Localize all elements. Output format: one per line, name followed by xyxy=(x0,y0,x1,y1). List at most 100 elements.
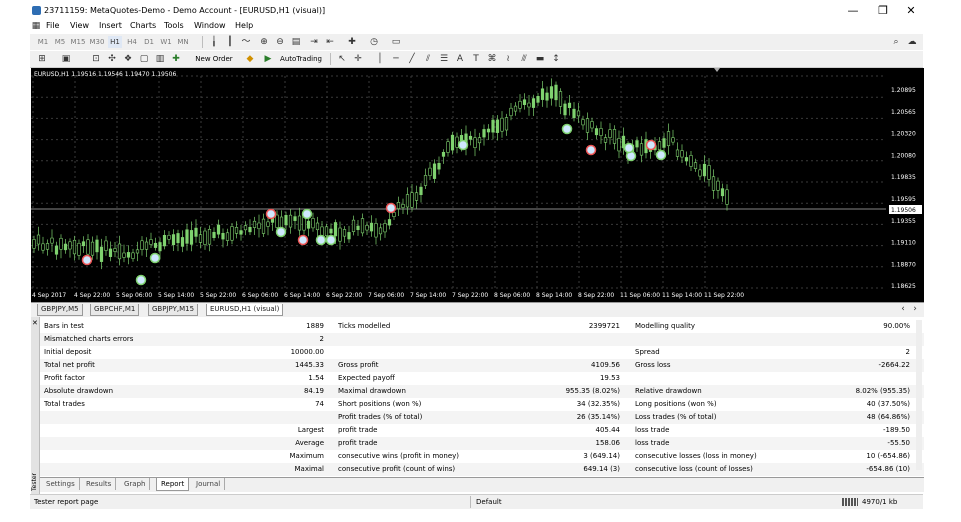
meta-editor-icon[interactable]: ◆ xyxy=(244,53,256,65)
periods-clock-icon[interactable]: ◷ xyxy=(368,36,380,48)
candle-body xyxy=(657,141,662,150)
horizontal-line-icon[interactable]: ─ xyxy=(390,53,402,65)
scroll-right-icon[interactable]: › xyxy=(909,303,921,315)
menu-window[interactable]: Window xyxy=(194,21,226,30)
price-chart[interactable]: 1.20895 1.20565 1.20320 1.20080 1.19835 1.195… xyxy=(31,68,924,302)
candlestick-icon[interactable]: ┃ xyxy=(224,36,236,48)
menu-insert[interactable]: Insert xyxy=(99,21,122,30)
minimize-button[interactable]: — xyxy=(842,4,864,18)
line-chart-icon[interactable]: 〜 xyxy=(240,36,252,48)
arrows-icon[interactable]: ↕ xyxy=(550,53,562,65)
candle-body xyxy=(608,129,612,138)
status-divider xyxy=(470,496,471,508)
data-window-icon[interactable]: ❖ xyxy=(122,53,134,65)
gann-icon[interactable]: ⌘ xyxy=(486,53,498,65)
close-button[interactable]: ✕ xyxy=(900,4,922,18)
tab-gbpchf-m1[interactable]: GBPCHF,M1 xyxy=(90,304,140,316)
tab-journal[interactable]: Journal xyxy=(192,478,226,490)
period-w1[interactable]: W1 xyxy=(159,36,173,48)
fibonacci-icon[interactable]: ☰ xyxy=(438,53,450,65)
chat-icon[interactable]: ☁ xyxy=(906,36,918,48)
candle-body xyxy=(356,225,360,231)
connection-icon xyxy=(842,498,858,506)
candle-body xyxy=(266,221,270,227)
candle-body xyxy=(374,223,378,238)
trade-marker xyxy=(265,208,277,220)
candle-body xyxy=(549,86,554,99)
tab-eurusd-h1-visual[interactable]: EURUSD,H1 (visual) xyxy=(206,304,284,316)
report-row: Total net profit 1445.33 Gross profit 4109.… xyxy=(40,359,924,372)
elliott-icon[interactable]: ≀ xyxy=(502,53,514,65)
text-label-icon[interactable]: T xyxy=(470,53,482,65)
tab-graph[interactable]: Graph xyxy=(120,478,151,490)
report-value: 1889 xyxy=(306,322,324,330)
candle-body xyxy=(671,137,675,143)
candle-body xyxy=(45,243,50,250)
shapes-icon[interactable]: ▬ xyxy=(534,53,546,65)
strategy-tester-icon[interactable]: ▥ xyxy=(154,53,166,65)
menu-view[interactable]: View xyxy=(70,21,89,30)
period-m1[interactable]: M1 xyxy=(36,36,50,48)
terminal-icon[interactable]: ▢ xyxy=(138,53,150,65)
chart-canvas[interactable]: 1.20895 1.20565 1.20320 1.20080 1.19835 1.195… xyxy=(31,68,924,302)
navigator-icon[interactable]: ✣ xyxy=(106,53,118,65)
close-icon[interactable]: ✕ xyxy=(32,319,38,327)
profiles-icon[interactable]: ▣ xyxy=(60,53,72,65)
report-row: Mismatched charts errors 2 xyxy=(40,333,924,346)
period-m5[interactable]: M5 xyxy=(53,36,67,48)
search-icon[interactable]: ⌕ xyxy=(890,36,902,48)
report-row: Total trades 74 Short positions (won %) 34 … xyxy=(40,398,924,411)
text-icon[interactable]: A xyxy=(454,53,466,65)
menu-tools[interactable]: Tools xyxy=(164,21,184,30)
vertical-line-icon[interactable]: │ xyxy=(374,53,386,65)
mdi-icon[interactable]: ▦ xyxy=(30,20,42,32)
tab-gbpjpy-m15[interactable]: GBPJPY,M15 xyxy=(148,304,199,316)
report-scrollbar[interactable] xyxy=(916,320,922,470)
crosshair-icon[interactable]: ✛ xyxy=(352,53,364,65)
period-h4[interactable]: H4 xyxy=(125,36,139,48)
templates-icon[interactable]: ▭ xyxy=(390,36,402,48)
report-label: Bars in test xyxy=(44,322,84,330)
tile-windows-icon[interactable]: ▤ xyxy=(290,36,302,48)
period-m30[interactable]: M30 xyxy=(89,36,105,48)
cursor-icon[interactable]: ↖ xyxy=(336,53,348,65)
candle-body xyxy=(482,129,486,138)
candle-body xyxy=(473,137,477,149)
time-label: 6 Sep 14:00 xyxy=(284,292,320,299)
period-h1[interactable]: H1 xyxy=(108,36,122,48)
tab-settings[interactable]: Settings xyxy=(42,478,80,490)
tab-gbpjpy-m5[interactable]: GBPJPY,M5 xyxy=(37,304,83,316)
candle-body xyxy=(540,88,545,100)
menu-file[interactable]: File xyxy=(46,21,59,30)
new-chart-icon[interactable]: ⊞ xyxy=(36,53,48,65)
tab-results[interactable]: Results xyxy=(82,478,117,490)
autotrading-button[interactable]: AutoTrading xyxy=(276,53,326,65)
pitchfork-icon[interactable]: ⫻ xyxy=(518,53,530,65)
candle-body xyxy=(396,201,401,210)
new-order-button[interactable]: New Order xyxy=(184,53,244,65)
tab-report[interactable]: Report xyxy=(156,478,190,491)
indicators-icon[interactable]: ✚ xyxy=(346,36,358,48)
candle-body xyxy=(50,237,54,244)
channel-icon[interactable]: ⫽ xyxy=(422,53,434,65)
period-m15[interactable]: M15 xyxy=(70,36,86,48)
new-order-icon[interactable]: ✚ xyxy=(170,53,182,65)
chart-shift-icon[interactable]: ⇤ xyxy=(324,36,336,48)
market-watch-icon[interactable]: ⊡ xyxy=(90,53,102,65)
scroll-left-icon[interactable]: ‹ xyxy=(897,303,909,315)
bar-chart-icon[interactable]: ╽ xyxy=(208,36,220,48)
report-row: Maximum consecutive wins (profit in money… xyxy=(40,450,924,463)
trendline-icon[interactable]: ╱ xyxy=(406,53,418,65)
autoscroll-icon[interactable]: ⇥ xyxy=(308,36,320,48)
menu-help[interactable]: Help xyxy=(235,21,253,30)
maximize-button[interactable]: ❐ xyxy=(872,4,894,18)
candle-body xyxy=(122,252,126,258)
zoom-in-icon[interactable]: ⊕ xyxy=(258,36,270,48)
menu-charts[interactable]: Charts xyxy=(130,21,156,30)
autotrading-icon[interactable]: ▶ xyxy=(262,53,274,65)
zoom-out-icon[interactable]: ⊖ xyxy=(274,36,286,48)
period-d1[interactable]: D1 xyxy=(142,36,156,48)
period-mn[interactable]: MN xyxy=(176,36,190,48)
report-value: 74 xyxy=(315,400,324,408)
price-label: 1.20080 xyxy=(891,152,916,159)
